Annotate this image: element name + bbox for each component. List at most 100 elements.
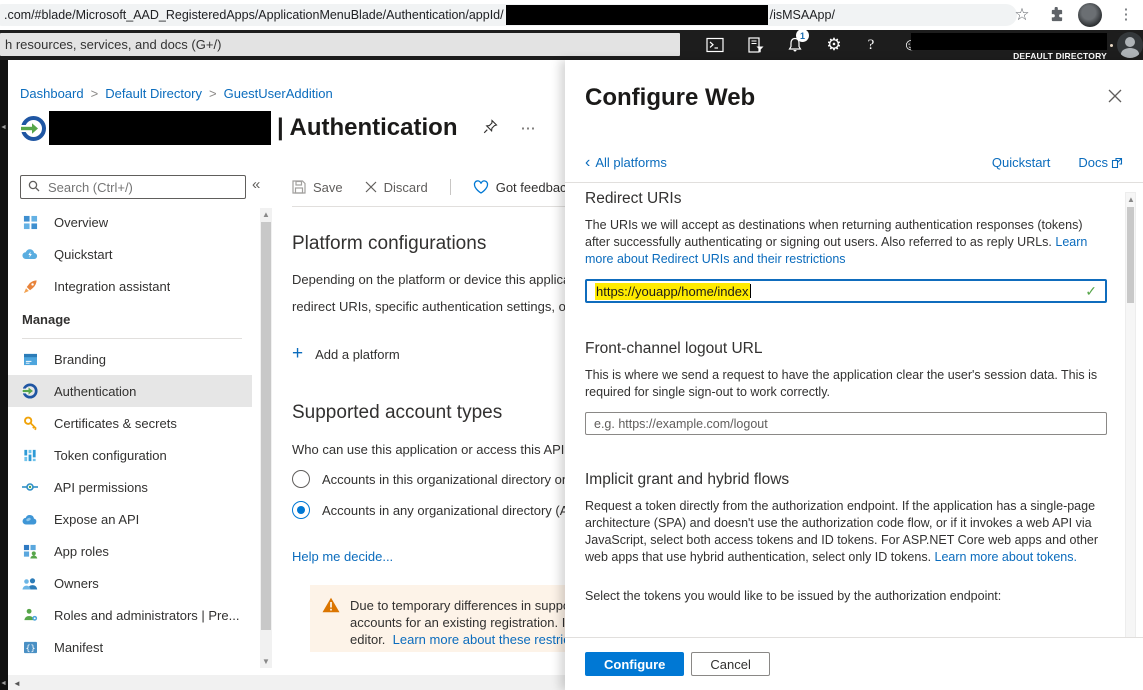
breadcrumb-app[interactable]: GuestUserAddition — [224, 86, 333, 101]
help-icon[interactable]: ? — [858, 33, 884, 57]
collapse-arrow-icon[interactable]: ◄ — [0, 680, 7, 687]
scrollbar-thumb[interactable] — [1127, 207, 1134, 303]
implicit-grant-heading: Implicit grant and hybrid flows — [585, 471, 1107, 489]
logout-url-input[interactable] — [585, 412, 1107, 435]
cloud-shell-icon[interactable] — [702, 33, 728, 57]
sidebar-item-quickstart[interactable]: Quickstart — [8, 238, 252, 270]
app-registration-icon — [20, 115, 47, 142]
portal-avatar[interactable] — [1117, 32, 1143, 58]
valid-check-icon: ✓ — [1085, 283, 1097, 300]
page-title: | Authentication — [277, 114, 457, 142]
breadcrumb: Dashboard>Default Directory>GuestUserAdd… — [20, 86, 333, 101]
portal-search-input[interactable]: h resources, services, and docs (G+/) — [0, 33, 680, 56]
radio-selected-icon[interactable] — [292, 501, 310, 519]
close-icon[interactable] — [1105, 86, 1125, 106]
sidebar: « Overview Quickstart Integration assist… — [8, 170, 266, 675]
sidebar-collapse-icon[interactable]: « — [252, 176, 260, 193]
text-caret — [750, 284, 752, 298]
notification-badge: 1 — [796, 29, 809, 42]
plus-icon: + — [292, 346, 303, 362]
chevron-left-icon: ‹ — [585, 156, 590, 169]
app-name-redaction — [49, 111, 271, 145]
redirect-uri-value: https://youapp/home/index — [595, 283, 750, 300]
redirect-uris-desc: The URIs we will accept as destinations … — [585, 217, 1107, 268]
save-icon — [292, 180, 306, 194]
cancel-button[interactable]: Cancel — [691, 652, 769, 676]
sidebar-item-authentication[interactable]: Authentication — [8, 375, 252, 407]
sidebar-nav: Overview Quickstart Integration assistan… — [8, 206, 252, 663]
notifications-bell-icon[interactable]: 1 — [782, 33, 808, 57]
url-text: .com/#blade/Microsoft_AAD_RegisteredApps… — [4, 8, 504, 22]
panel-scrollbar[interactable]: ▲ ▼ — [1125, 192, 1136, 684]
warning-triangle-icon — [322, 597, 340, 652]
svg-text:{}: {} — [25, 642, 35, 652]
sidebar-item-integration-assistant[interactable]: Integration assistant — [8, 270, 252, 302]
redirect-uri-input[interactable]: https://youapp/home/index ✓ — [585, 279, 1107, 303]
logout-url-heading: Front-channel logout URL — [585, 340, 1107, 358]
quickstart-link[interactable]: Quickstart — [992, 155, 1051, 170]
sidebar-item-certificates-secrets[interactable]: Certificates & secrets — [8, 407, 252, 439]
cloud-icon — [22, 511, 38, 527]
sidebar-item-manifest[interactable]: {} Manifest — [8, 631, 252, 663]
redirect-uris-heading: Redirect URIs — [585, 190, 1107, 208]
sidebar-item-api-permissions[interactable]: API permissions — [8, 471, 252, 503]
browser-bar: .com/#blade/Microsoft_AAD_RegisteredApps… — [0, 0, 1143, 31]
sidebar-item-app-roles[interactable]: App roles — [8, 535, 252, 567]
api-permissions-icon — [22, 479, 38, 495]
panel-divider — [565, 182, 1143, 183]
sidebar-item-token-configuration[interactable]: Token configuration — [8, 439, 252, 471]
directory-filter-icon[interactable] — [742, 33, 768, 57]
breadcrumb-dashboard[interactable]: Dashboard — [20, 86, 84, 101]
tokens-learn-more-link[interactable]: Learn more about tokens. — [935, 550, 1077, 564]
collapse-arrow-icon[interactable]: ◄ — [0, 124, 7, 131]
sidebar-item-overview[interactable]: Overview — [8, 206, 252, 238]
scroll-left-icon[interactable]: ◄ — [13, 679, 21, 688]
left-edge-strip: ◄ ◄ — [0, 60, 8, 690]
role-admin-icon — [22, 607, 38, 623]
scroll-down-icon[interactable]: ▼ — [260, 657, 272, 666]
sidebar-search-input[interactable] — [46, 179, 245, 196]
panel-footer: Configure Cancel — [565, 637, 1143, 690]
scroll-up-icon[interactable]: ▲ — [1125, 195, 1137, 204]
bookmark-star-icon[interactable]: ☆ — [1010, 3, 1034, 27]
sidebar-item-branding[interactable]: Branding — [8, 343, 252, 375]
address-bar[interactable]: .com/#blade/Microsoft_AAD_RegisteredApps… — [0, 4, 1017, 26]
sidebar-search[interactable] — [20, 175, 246, 199]
horizontal-scrollbar[interactable]: ◄ — [8, 675, 565, 690]
people-icon — [22, 575, 38, 591]
browser-menu-icon[interactable]: ⋮ — [1114, 3, 1138, 27]
authentication-icon — [22, 383, 38, 399]
sidebar-scrollbar[interactable]: ▲ ▼ — [260, 208, 272, 668]
sidebar-item-roles-administrators[interactable]: Roles and administrators | Pre... — [8, 599, 252, 631]
radio-unselected-icon[interactable] — [292, 470, 310, 488]
panel-subheader: ‹ All platforms Quickstart Docs — [585, 155, 1123, 170]
breadcrumb-directory[interactable]: Default Directory — [105, 86, 202, 101]
quickstart-cloud-icon — [22, 246, 38, 262]
portal-search-text: h resources, services, and docs (G+/) — [5, 37, 221, 52]
external-link-icon — [1111, 157, 1123, 169]
page-header: | Authentication ⋯ — [20, 110, 537, 146]
all-platforms-back-link[interactable]: ‹ All platforms — [585, 155, 667, 170]
overview-grid-icon — [22, 214, 38, 230]
azure-top-bar: h resources, services, and docs (G+/) 1 … — [0, 30, 1143, 60]
save-button[interactable]: Save — [292, 180, 343, 195]
docs-link[interactable]: Docs — [1078, 155, 1123, 170]
sliders-icon — [22, 447, 38, 463]
sidebar-manage-header: Manage — [8, 302, 252, 336]
configure-button[interactable]: Configure — [585, 652, 684, 676]
redaction-artifact — [1110, 44, 1113, 47]
scroll-up-icon[interactable]: ▲ — [260, 210, 272, 219]
settings-gear-icon[interactable]: ⚙ — [821, 33, 847, 57]
browser-profile-avatar[interactable] — [1078, 3, 1102, 27]
panel-title: Configure Web — [585, 84, 755, 112]
sidebar-item-expose-api[interactable]: Expose an API — [8, 503, 252, 535]
app-roles-icon — [22, 543, 38, 559]
key-icon — [22, 415, 38, 431]
more-options-icon[interactable]: ⋯ — [520, 119, 537, 137]
account-email-redaction — [911, 33, 1107, 50]
sidebar-item-owners[interactable]: Owners — [8, 567, 252, 599]
extensions-icon[interactable] — [1044, 6, 1068, 30]
scrollbar-thumb[interactable] — [261, 222, 271, 630]
pin-icon[interactable] — [483, 119, 498, 137]
discard-button[interactable]: Discard — [365, 180, 428, 195]
